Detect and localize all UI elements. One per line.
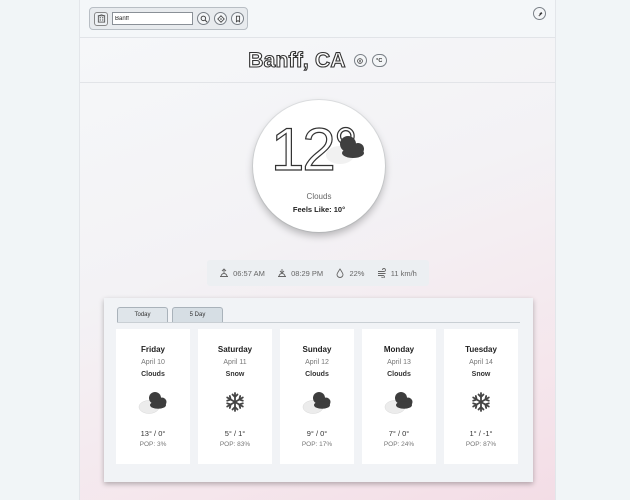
building-icon[interactable]: [94, 11, 108, 26]
forecast-pop: POP: 24%: [383, 441, 415, 448]
forecast-condition: Clouds: [141, 371, 165, 378]
city-header: Banff, CA °C: [80, 39, 555, 83]
forecast-cards: Friday April 10 Clouds 13° / 0° POP: 3% …: [116, 329, 518, 464]
forecast-card: Friday April 10 Clouds 13° / 0° POP: 3%: [116, 329, 190, 464]
stat-sunrise: 06:57 AM: [219, 268, 265, 278]
clouds-icon: [301, 389, 333, 415]
forecast-pop: POP: 87%: [465, 441, 497, 448]
sunrise-time: 06:57 AM: [233, 268, 265, 278]
feels-like-value: 10°: [333, 205, 346, 214]
forecast-pop: POP: 83%: [219, 441, 251, 448]
forecast-condition: Snow: [225, 371, 245, 378]
sunset-icon: [278, 269, 287, 277]
stat-wind: 11 km/h: [377, 268, 417, 278]
forecast-day: Tuesday: [465, 345, 497, 354]
forecast-card: Tuesday April 14 Snow 1° / -1° POP: 87%: [444, 329, 518, 464]
badge-icon[interactable]: [533, 7, 546, 20]
forecast-date: April 13: [387, 359, 411, 366]
forecast-date: April 10: [141, 359, 165, 366]
top-bar: [80, 0, 555, 38]
clouds-icon: [383, 389, 415, 415]
snowflake-icon: [465, 389, 497, 415]
forecast-tabs: Today 5 Day: [117, 307, 223, 322]
forecast-temps: 1° / -1°: [469, 429, 493, 438]
humidity-icon: [336, 268, 344, 278]
clouds-icon: [326, 136, 364, 164]
wind-speed: 11 km/h: [390, 268, 417, 278]
current-condition: Clouds: [306, 192, 332, 201]
search-bar: [89, 7, 248, 30]
forecast-pop: POP: 17%: [301, 441, 333, 448]
search-icon[interactable]: [197, 12, 210, 25]
forecast-card: Monday April 13 Clouds 7° / 0° POP: 24%: [362, 329, 436, 464]
tab-divider: [117, 322, 520, 323]
stat-humidity: 22%: [335, 268, 364, 278]
tab-today[interactable]: Today: [117, 307, 168, 322]
sunrise-icon: [220, 268, 229, 277]
forecast-temps: 9° / 0°: [306, 429, 328, 438]
forecast-day: Friday: [140, 345, 165, 354]
location-diamond-icon[interactable]: [214, 12, 227, 25]
feels-like: Feels Like: 10°: [253, 205, 385, 214]
forecast-date: April 11: [223, 359, 247, 366]
unit-label: °C: [376, 57, 383, 64]
wind-icon: [377, 268, 386, 278]
forecast-date: April 12: [305, 359, 329, 366]
unit-toggle-icon[interactable]: °C: [371, 54, 387, 67]
forecast-day: Saturday: [217, 345, 253, 354]
sunset-time: 08:29 PM: [291, 268, 324, 278]
tab-5-day[interactable]: 5 Day: [172, 307, 223, 322]
bookmark-icon[interactable]: [231, 12, 244, 25]
humidity-value: 22%: [349, 268, 365, 278]
search-input[interactable]: [112, 12, 193, 25]
forecast-temps: 13° / 0°: [140, 429, 166, 438]
city-name: Banff, CA: [248, 48, 346, 72]
forecast-date: April 14: [469, 359, 493, 366]
forecast-day: Sunday: [302, 345, 332, 354]
forecast-card: Sunday April 12 Clouds 9° / 0° POP: 17%: [280, 329, 354, 464]
feels-like-label: Feels Like:: [292, 205, 332, 214]
weather-app: Banff, CA °C 12° Clouds Feels Like: 10° …: [79, 0, 556, 500]
compass-icon[interactable]: [353, 54, 367, 67]
current-weather-circle: 12° Clouds Feels Like: 10°: [253, 100, 385, 232]
forecast-panel: Today 5 Day Friday April 10 Clouds 13° /…: [104, 298, 533, 482]
forecast-temps: 7° / 0°: [388, 429, 410, 438]
forecast-day: Monday: [383, 345, 415, 354]
forecast-condition: Snow: [471, 371, 491, 378]
stat-sunset: 08:29 PM: [277, 268, 323, 278]
stats-bar: 06:57 AM 08:29 PM 22% 11 km/h: [207, 260, 429, 286]
forecast-card: Saturday April 11 Snow 5° / 1° POP: 83%: [198, 329, 272, 464]
forecast-temps: 5° / 1°: [224, 429, 246, 438]
forecast-condition: Clouds: [305, 371, 329, 378]
clouds-icon: [137, 389, 169, 415]
snowflake-icon: [219, 389, 251, 415]
forecast-condition: Clouds: [387, 371, 411, 378]
forecast-pop: POP: 3%: [139, 441, 167, 448]
